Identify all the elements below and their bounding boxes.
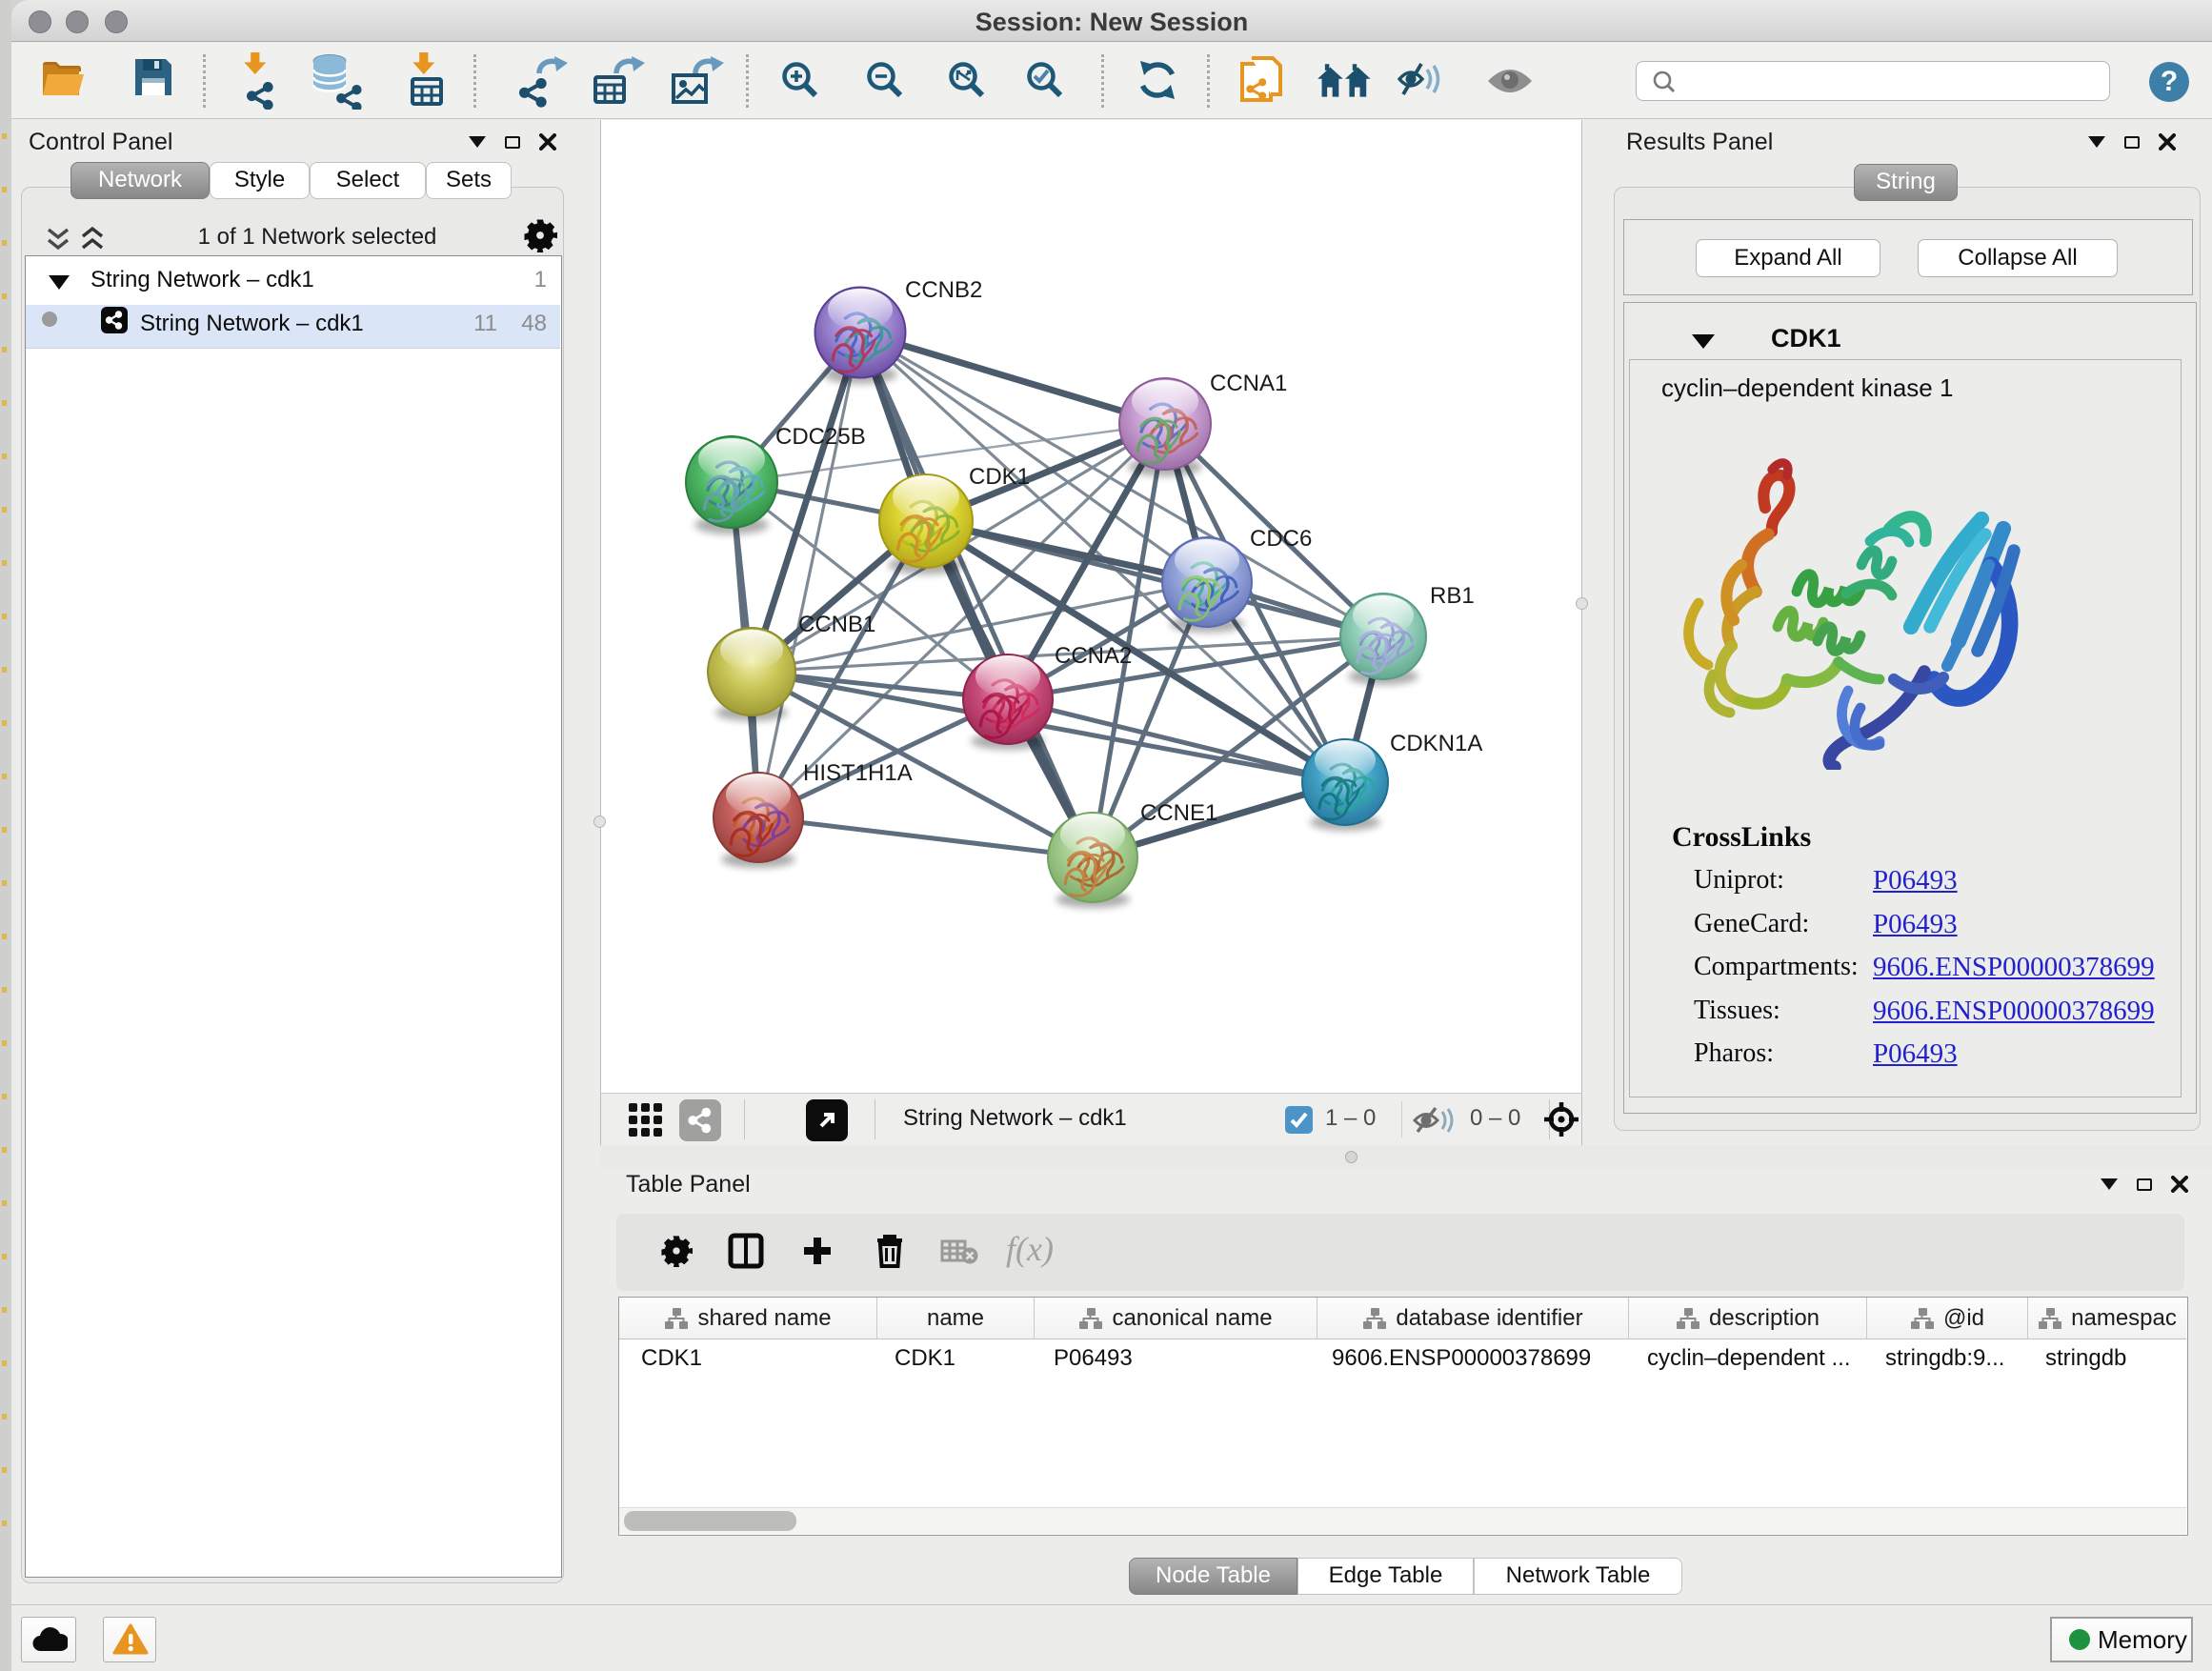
svg-text:CCNA1: CCNA1 [1210,371,1287,396]
svg-text:CCNB1: CCNB1 [798,612,875,637]
svg-text:CDC25B: CDC25B [775,424,866,450]
svg-text:CDC6: CDC6 [1250,526,1312,552]
svg-text:CDKN1A: CDKN1A [1390,731,1482,756]
svg-text:CCNB2: CCNB2 [905,277,982,303]
svg-text:CCNE1: CCNE1 [1140,800,1217,826]
svg-text:HIST1H1A: HIST1H1A [803,760,913,786]
svg-text:RB1: RB1 [1430,583,1475,609]
svg-text:CDK1: CDK1 [969,464,1030,490]
svg-text:CCNA2: CCNA2 [1055,643,1132,669]
